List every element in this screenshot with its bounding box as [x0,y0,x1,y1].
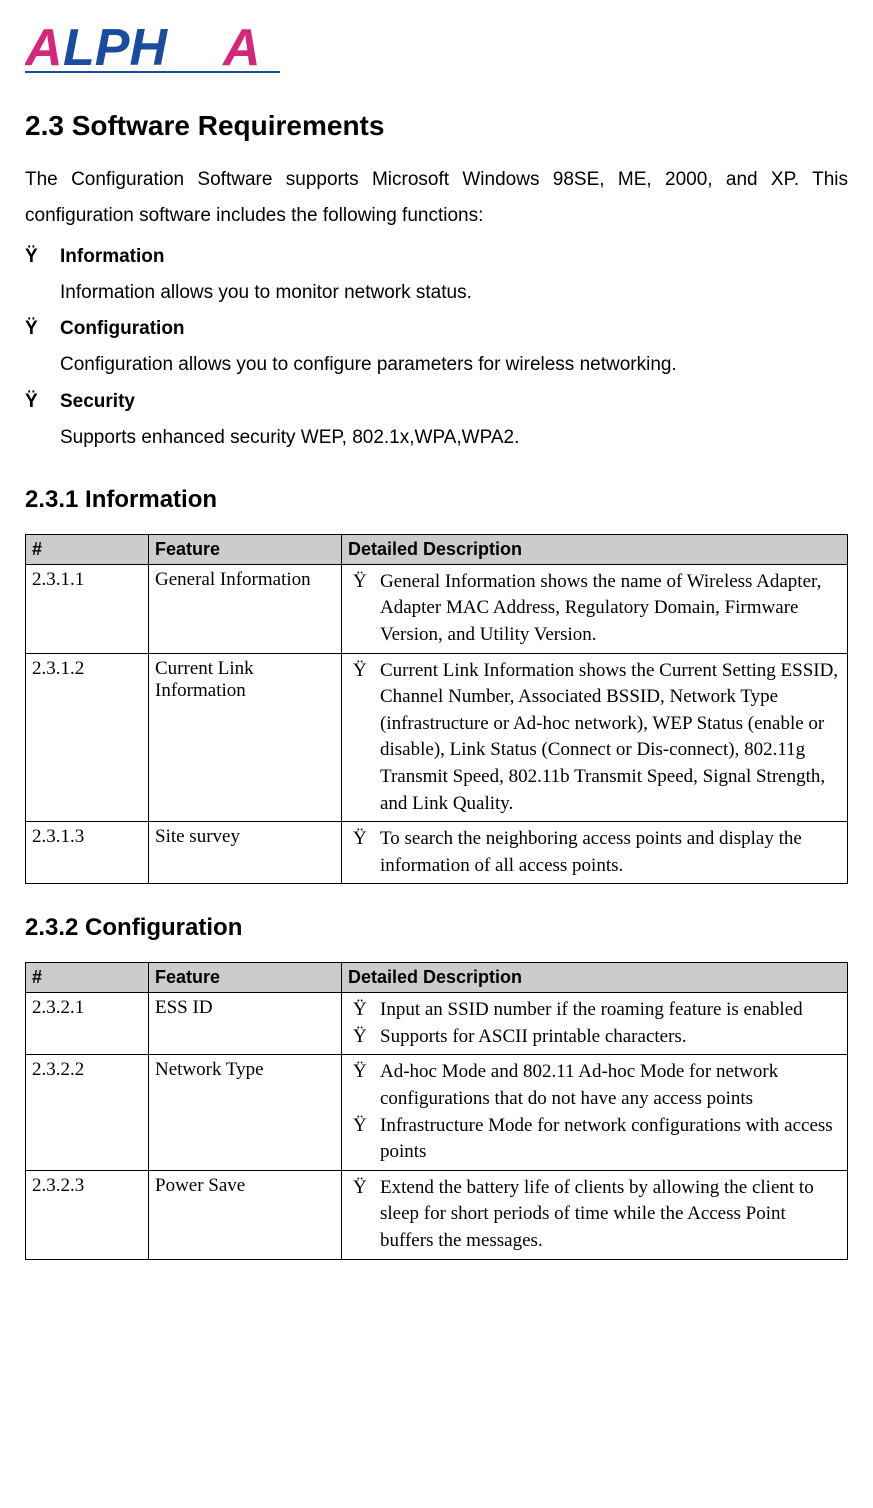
cell-bullet: Input an SSID number if the roaming feat… [348,997,841,1024]
features-list: Configuration [25,311,848,347]
table-row: 2.3.1.1 General Information General Info… [26,564,848,653]
cell-description: To search the neighboring access points … [342,822,848,884]
cell-feature: Network Type [149,1055,342,1170]
feature-information-title: Information [25,239,848,275]
feature-configuration-desc: Configuration allows you to configure pa… [25,347,848,383]
cell-number: 2.3.2.2 [26,1055,149,1170]
cell-description: Extend the battery life of clients by al… [342,1170,848,1259]
feature-security-title: Security [25,384,848,420]
feature-configuration-title: Configuration [25,311,848,347]
table-row: 2.3.1.3 Site survey To search the neighb… [26,822,848,884]
th-feature: Feature [149,963,342,993]
svg-text:A: A [25,20,63,75]
features-list: Security [25,384,848,420]
cell-feature: ESS ID [149,993,342,1055]
cell-bullet: To search the neighboring access points … [348,826,841,879]
cell-description: Ad-hoc Mode and 802.11 Ad-hoc Mode for n… [342,1055,848,1170]
th-description: Detailed Description [342,963,848,993]
table-row: 2.3.2.2 Network Type Ad-hoc Mode and 802… [26,1055,848,1170]
th-number: # [26,963,149,993]
cell-description: Input an SSID number if the roaming feat… [342,993,848,1055]
intro-paragraph: The Configuration Software supports Micr… [25,162,848,234]
cell-bullet: Infrastructure Mode for network configur… [348,1113,841,1166]
cell-feature: Site survey [149,822,342,884]
table-configuration: # Feature Detailed Description 2.3.2.1 E… [25,962,848,1259]
cell-description: General Information shows the name of Wi… [342,564,848,653]
cell-bullet: Ad-hoc Mode and 802.11 Ad-hoc Mode for n… [348,1059,841,1112]
cell-feature: General Information [149,564,342,653]
cell-feature: Current Link Information [149,653,342,822]
th-description: Detailed Description [342,534,848,564]
cell-description: Current Link Information shows the Curre… [342,653,848,822]
th-number: # [26,534,149,564]
feature-information-desc: Information allows you to monitor networ… [25,275,848,311]
table-row: 2.3.2.3 Power Save Extend the battery li… [26,1170,848,1259]
feature-security-desc: Supports enhanced security WEP, 802.1x,W… [25,420,848,456]
cell-bullet: Extend the battery life of clients by al… [348,1175,841,1255]
table-information: # Feature Detailed Description 2.3.1.1 G… [25,534,848,885]
heading-2-3-2: 2.3.2 Configuration [25,914,848,942]
features-list: Information [25,239,848,275]
cell-bullet: Current Link Information shows the Curre… [348,658,841,818]
cell-feature: Power Save [149,1170,342,1259]
heading-2-3-1: 2.3.1 Information [25,486,848,514]
cell-number: 2.3.1.1 [26,564,149,653]
cell-bullet: General Information shows the name of Wi… [348,569,841,649]
th-feature: Feature [149,534,342,564]
heading-2-3: 2.3 Software Requirements [25,110,848,142]
cell-number: 2.3.1.3 [26,822,149,884]
cell-number: 2.3.2.1 [26,993,149,1055]
cell-number: 2.3.2.3 [26,1170,149,1259]
logo: A LPH A [25,20,848,80]
table-row: 2.3.1.2 Current Link Information Current… [26,653,848,822]
cell-number: 2.3.1.2 [26,653,149,822]
cell-bullet: Supports for ASCII printable characters. [348,1024,841,1051]
table-row: 2.3.2.1 ESS ID Input an SSID number if t… [26,993,848,1055]
svg-text:A: A [221,20,261,75]
svg-text:LPH: LPH [63,20,168,75]
